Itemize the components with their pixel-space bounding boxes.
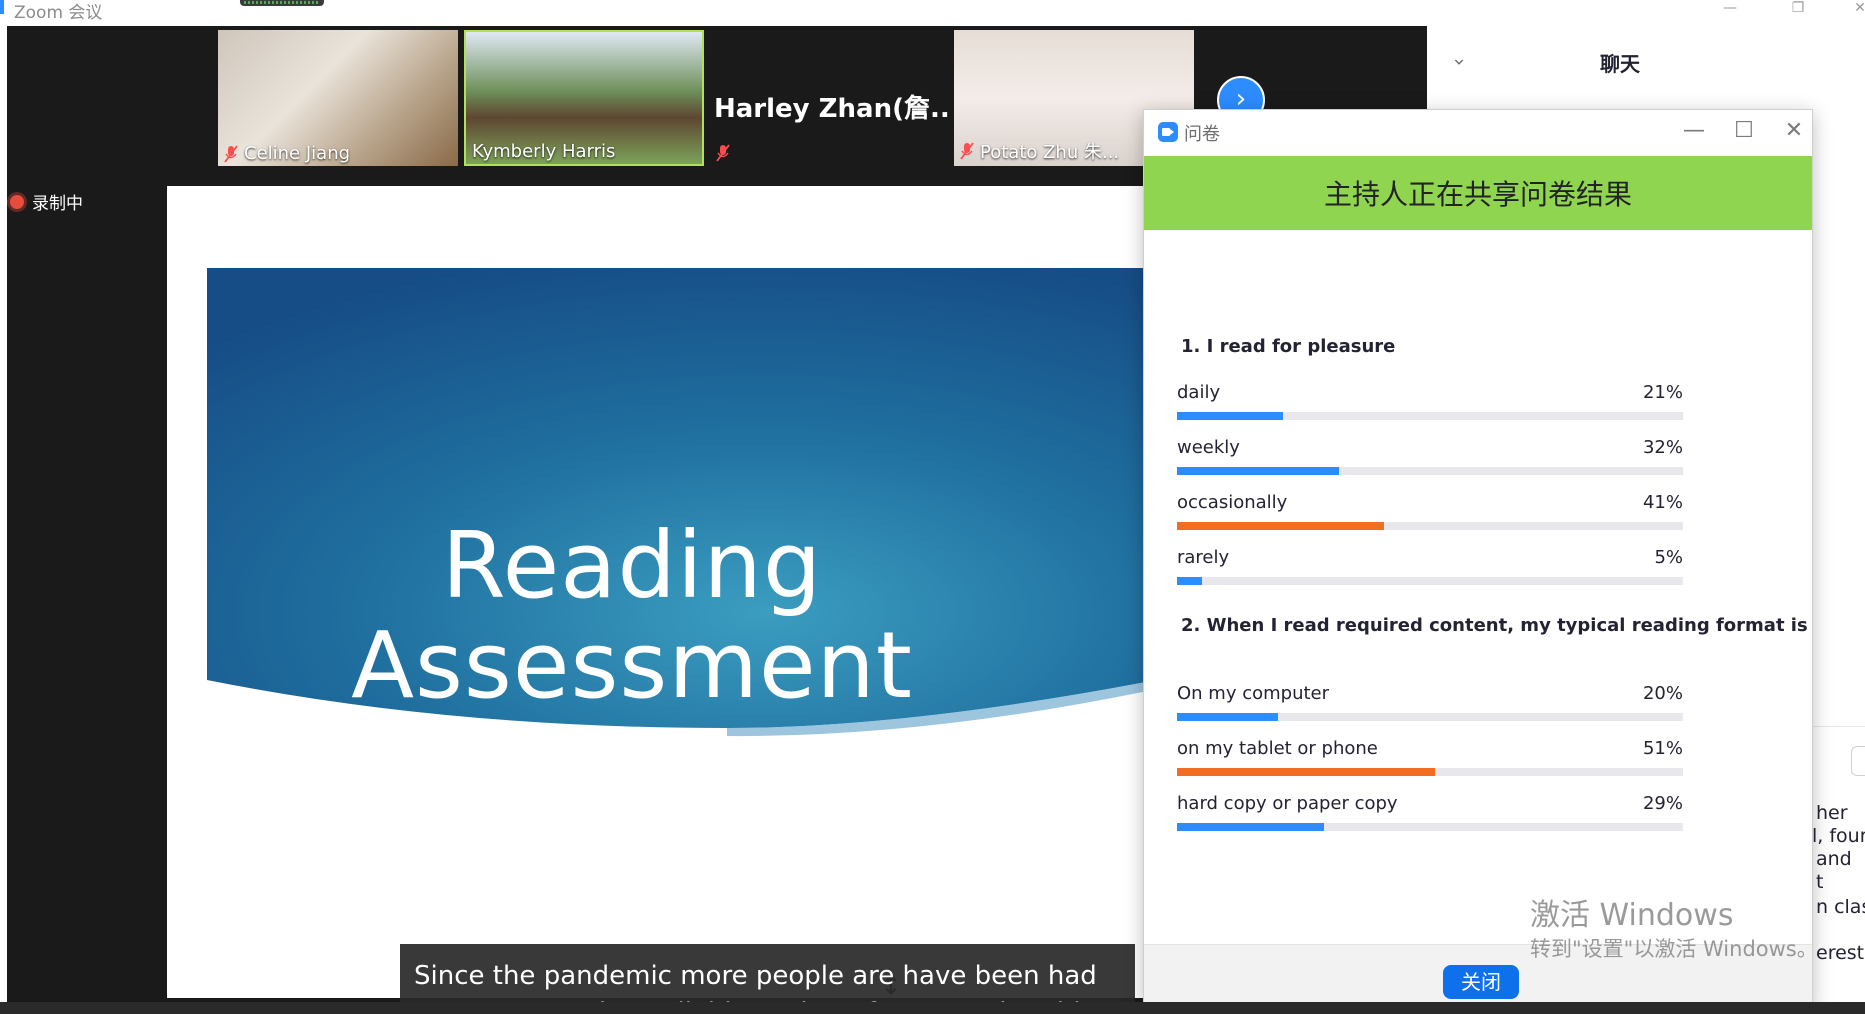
recording-dot-icon: [10, 194, 24, 209]
participant-name: Harley Zhan(詹...: [714, 94, 948, 124]
answer-percent: 29%: [1642, 793, 1683, 814]
answer-label: on my tablet or phone: [1177, 738, 1378, 759]
answer-bar-track: [1177, 467, 1683, 475]
answer-bar-track: [1177, 412, 1683, 420]
answer-percent: 20%: [1642, 683, 1683, 704]
chevron-down-icon[interactable]: ›: [1448, 58, 1472, 66]
poll-maximize-button[interactable]: ☐: [1724, 116, 1764, 148]
mic-muted-icon: [960, 142, 974, 160]
title-bar: Zoom 会议 — ❐ ✕: [0, 0, 1865, 23]
close-window-button[interactable]: ✕: [1840, 0, 1865, 20]
audio-level-indicator: [240, 0, 324, 6]
answer-label: On my computer: [1177, 683, 1330, 704]
poll-header: 主持人正在共享问卷结果: [1144, 156, 1812, 230]
participant-tile-active-speaker[interactable]: Kymberly Harris: [464, 30, 704, 166]
answer-label: daily: [1177, 382, 1221, 403]
window-bottom-edge: [0, 1002, 1865, 1014]
zoom-logo-icon: [1158, 122, 1178, 142]
answer-percent: 32%: [1642, 437, 1683, 458]
answer-percent: 41%: [1642, 492, 1683, 513]
poll-close-icon[interactable]: ✕: [1774, 116, 1814, 148]
chat-more-button[interactable]: [1851, 746, 1865, 776]
chat-message-fragment: erested: [1816, 942, 1865, 964]
answer-label: occasionally: [1177, 492, 1288, 513]
question-title: 1. I read for pleasure: [1181, 336, 1396, 357]
chat-message-fragment: and: [1816, 848, 1852, 870]
answer-label: weekly: [1177, 437, 1240, 458]
poll-window-title: 问卷: [1184, 124, 1220, 145]
answer-bar-fill: [1177, 522, 1385, 530]
windows-activation-watermark: 激活 Windows 转到"设置"以激活 Windows。: [1530, 898, 1818, 961]
answer-percent: 51%: [1642, 738, 1683, 759]
poll-results-body: 1. I read for pleasure 2. When I read re…: [1144, 230, 1812, 944]
answer-label: rarely: [1177, 547, 1230, 568]
answer-bar-fill: [1177, 412, 1284, 420]
answer-bar-fill: [1177, 768, 1436, 776]
participant-name: Kymberly Harris: [472, 141, 616, 162]
participant-name: Celine Jiang: [244, 143, 351, 164]
recording-indicator: 录制中: [7, 189, 83, 214]
divider: [1808, 726, 1865, 727]
answer-bar-track: [1177, 577, 1683, 585]
chat-title: 聊天: [1600, 52, 1640, 76]
close-poll-button[interactable]: 关闭: [1443, 965, 1519, 999]
restore-button[interactable]: ❐: [1778, 0, 1818, 20]
poll-results-window: 问卷 — ☐ ✕ 主持人正在共享问卷结果 1. I read for pleas…: [1143, 109, 1813, 1009]
answer-bar-fill: [1177, 467, 1339, 475]
answer-percent: 5%: [1654, 547, 1683, 568]
chat-message-fragment: n class: [1816, 896, 1865, 918]
answer-bar-track: [1177, 823, 1683, 831]
answer-bar-fill: [1177, 713, 1279, 721]
poll-minimize-button[interactable]: —: [1674, 116, 1714, 148]
participant-tile[interactable]: Harley Zhan(詹...: [708, 30, 948, 166]
question-title: 2. When I read required content, my typi…: [1181, 615, 1808, 636]
mic-muted-icon: [224, 144, 238, 163]
slide-title: Reading Assessment: [351, 512, 913, 719]
mic-muted-icon: [716, 144, 730, 162]
answer-bar-track: [1177, 768, 1683, 776]
chat-message-fragment: t: [1816, 871, 1824, 893]
app-title: Zoom 会议: [14, 3, 103, 23]
answer-bar-fill: [1177, 823, 1324, 831]
app-accent: [0, 0, 4, 14]
participant-name: Potato Zhu 朱...: [980, 142, 1120, 163]
answer-bar-track: [1177, 713, 1683, 721]
poll-title-bar: 问卷 — ☐ ✕: [1144, 110, 1812, 156]
chat-message-fragment: l, four: [1812, 825, 1865, 847]
chat-message-fragment: her: [1816, 802, 1848, 824]
recording-label: 录制中: [32, 194, 83, 214]
shared-slide: Reading Assessment ↕: [167, 186, 1217, 998]
answer-bar-track: [1177, 522, 1683, 530]
minimize-button[interactable]: —: [1710, 0, 1750, 20]
answer-label: hard copy or paper copy: [1177, 793, 1398, 814]
participant-tile[interactable]: Celine Jiang: [218, 30, 458, 166]
answer-bar-fill: [1177, 577, 1203, 585]
answer-percent: 21%: [1642, 382, 1683, 403]
